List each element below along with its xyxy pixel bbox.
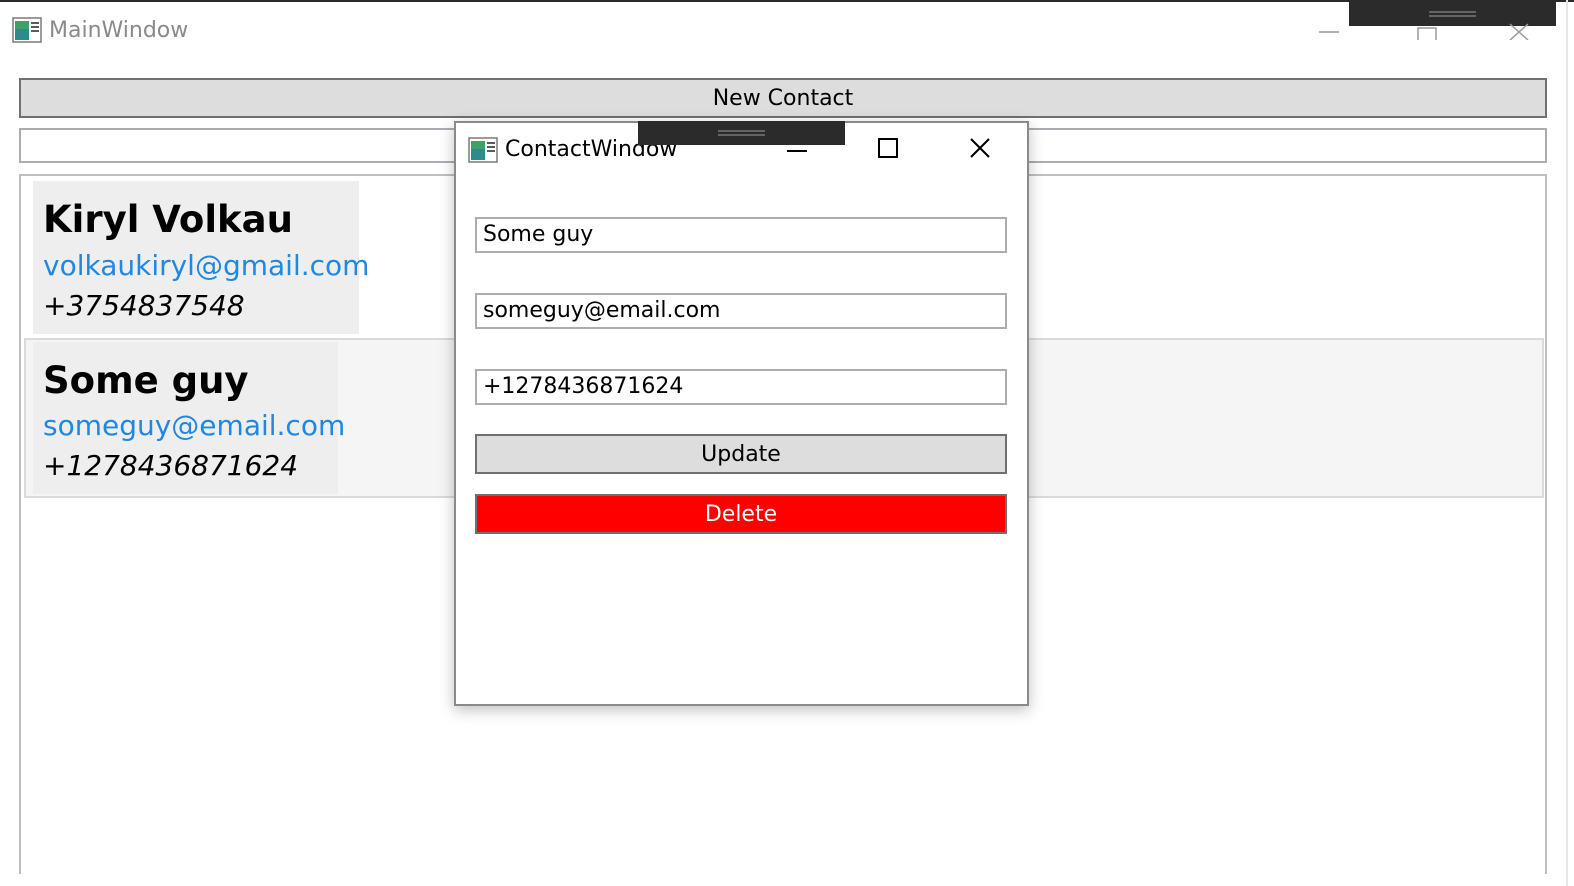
maximize-button[interactable]	[1404, 14, 1450, 44]
contact-name: Some guy	[43, 359, 249, 402]
minimize-icon	[1319, 31, 1339, 33]
delete-button[interactable]: Delete	[475, 494, 1007, 534]
app-window-icon	[12, 17, 42, 43]
phone-field[interactable]: +1278436871624	[475, 369, 1007, 405]
minimize-button[interactable]	[774, 133, 820, 163]
contact-name: Kiryl Volkau	[43, 198, 293, 241]
window-top-edge	[0, 0, 1574, 2]
contact-window	[454, 121, 1029, 706]
update-button[interactable]: Update	[475, 434, 1007, 474]
window-right-edge	[1566, 0, 1568, 886]
contact-email: someguy@email.com	[43, 409, 346, 442]
contact-phone: +3754837548	[43, 289, 245, 322]
maximize-icon	[878, 138, 898, 158]
new-contact-button[interactable]: New Contact	[19, 78, 1547, 118]
minimize-button[interactable]	[1306, 14, 1352, 44]
close-button[interactable]	[1496, 14, 1542, 44]
contact-phone: +1278436871624	[43, 449, 299, 482]
maximize-icon	[1417, 27, 1437, 40]
app-window-icon	[468, 137, 498, 163]
close-icon	[970, 138, 990, 158]
contact-email: volkaukiryl@gmail.com	[43, 249, 370, 282]
name-field[interactable]: Some guy	[475, 217, 1007, 253]
window-title: MainWindow	[49, 18, 189, 43]
close-icon	[1509, 23, 1529, 40]
close-button[interactable]	[957, 133, 1003, 163]
maximize-button[interactable]	[865, 133, 911, 163]
email-field[interactable]: someguy@email.com	[475, 293, 1007, 329]
minimize-icon	[787, 150, 807, 152]
